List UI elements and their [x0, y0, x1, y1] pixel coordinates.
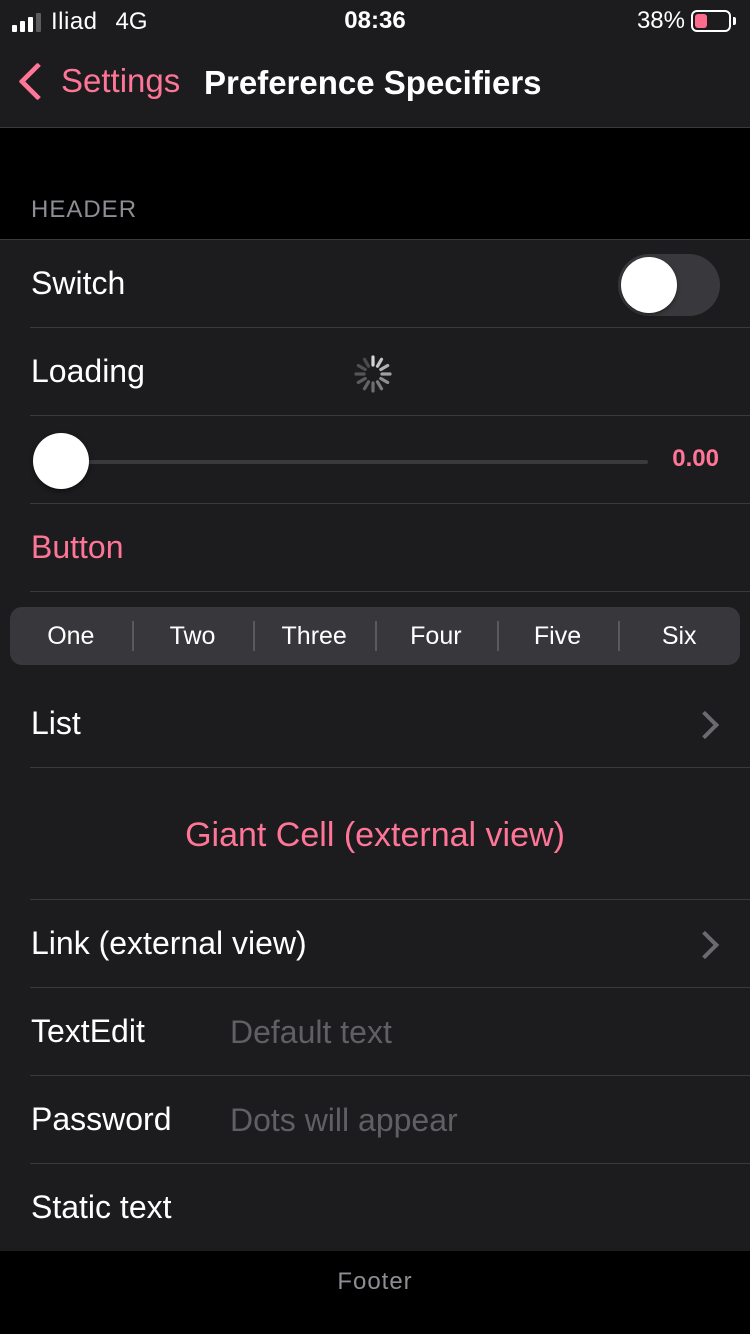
- link-row[interactable]: Link (external view): [0, 900, 750, 988]
- button-row[interactable]: Button: [0, 504, 750, 592]
- switch-knob: [621, 257, 677, 313]
- segment-five[interactable]: Five: [496, 607, 619, 665]
- settings-table: Switch Loading 0.00 Button One Two Three…: [0, 239, 750, 1251]
- chevron-right-icon: [690, 710, 720, 740]
- battery-fill: [695, 14, 707, 28]
- static-text-label: Static text: [31, 1189, 172, 1225]
- segment-three[interactable]: Three: [253, 607, 375, 665]
- segmented-control: One Two Three Four Five Six: [10, 607, 740, 665]
- section-header: HEADER: [31, 196, 138, 223]
- segment-six[interactable]: Six: [618, 607, 740, 665]
- back-button[interactable]: Settings: [14, 61, 181, 101]
- switch-row: Switch: [0, 240, 750, 328]
- battery-percentage: 38%: [636, 7, 685, 34]
- slider-value: 0.00: [672, 445, 719, 472]
- password-input[interactable]: [230, 1095, 710, 1145]
- giant-cell-row[interactable]: Giant Cell (external view): [0, 768, 750, 900]
- status-bar: Iliad 4G 08:36 38%: [0, 0, 750, 40]
- back-button-label: Settings: [61, 62, 181, 99]
- link-label: Link (external view): [31, 925, 307, 961]
- switch-toggle[interactable]: [618, 254, 720, 316]
- button-label[interactable]: Button: [31, 529, 124, 566]
- slider-knob[interactable]: [33, 433, 89, 489]
- password-row: Password: [0, 1076, 750, 1164]
- textedit-input[interactable]: [230, 1007, 710, 1057]
- segment-two[interactable]: Two: [131, 607, 254, 665]
- static-text-row: Static text: [0, 1164, 750, 1251]
- battery-tip: [733, 17, 736, 25]
- slider-row: 0.00: [0, 416, 750, 504]
- list-label: List: [31, 705, 81, 741]
- loading-row: Loading: [0, 328, 750, 416]
- segmented-row: One Two Three Four Five Six: [0, 592, 750, 680]
- textedit-label: TextEdit: [31, 1013, 145, 1049]
- segment-one[interactable]: One: [10, 607, 132, 665]
- slider-track[interactable]: [60, 460, 648, 464]
- giant-cell-label[interactable]: Giant Cell (external view): [0, 816, 750, 855]
- password-label: Password: [31, 1101, 172, 1137]
- textedit-row: TextEdit: [0, 988, 750, 1076]
- page-title: Preference Specifiers: [204, 64, 542, 101]
- list-row[interactable]: List: [0, 680, 750, 768]
- chevron-left-icon: [18, 61, 57, 101]
- battery-icon: [691, 10, 731, 32]
- switch-label: Switch: [31, 265, 126, 301]
- activity-spinner-icon: [354, 355, 392, 393]
- navigation-bar: Settings Preference Specifiers: [0, 40, 750, 128]
- status-right: 38%: [637, 7, 736, 35]
- section-footer: Footer: [337, 1268, 413, 1295]
- loading-label: Loading: [31, 353, 145, 389]
- segment-four[interactable]: Four: [375, 607, 497, 665]
- chevron-right-icon: [690, 930, 720, 960]
